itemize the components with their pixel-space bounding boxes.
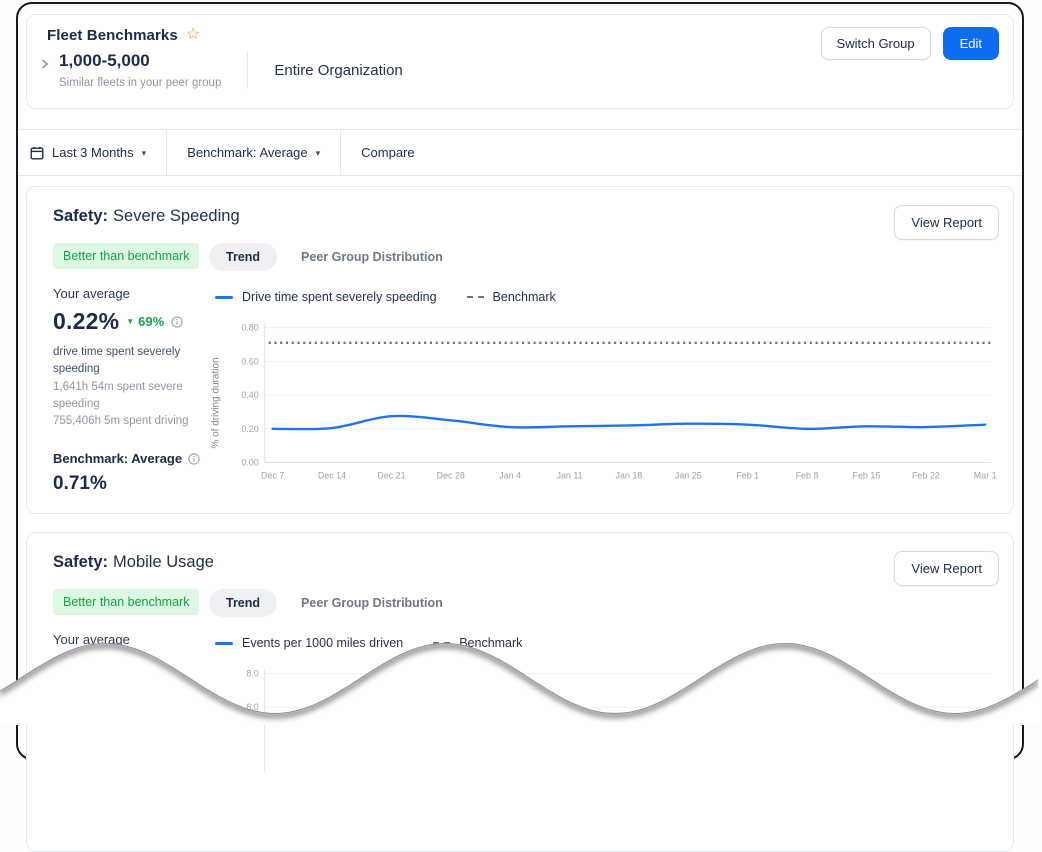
tab-trend[interactable]: Trend [209,589,277,617]
svg-text:Feb 15: Feb 15 [852,470,880,480]
your-average-label: Your average [53,632,209,647]
chevron-right-icon[interactable] [39,58,51,70]
y-axis-title: % of driving duration [209,317,223,489]
detail-line: 1,641h 54m spent severe speeding [53,379,213,414]
y-axis-title [209,663,223,773]
card-category: Safety: [53,553,108,571]
benchmark-dropdown-label: Benchmark: Average [187,145,307,160]
card-tabs: Trend Peer Group Distribution [209,243,999,271]
legend-benchmark: Benchmark [467,290,556,304]
dash-swatch-icon [433,642,450,644]
status-badge: Better than benchmark [53,243,199,269]
your-average-label: Your average [53,286,209,301]
change-value: 69% [138,314,164,329]
svg-text:0.40: 0.40 [241,390,258,400]
svg-text:6.0: 6.0 [246,702,258,712]
legend-label: Benchmark [493,290,556,304]
svg-text:Feb 22: Feb 22 [912,470,940,480]
calendar-icon [30,146,44,160]
mobile-usage-trend-chart: 8.0 6.0 [223,663,999,773]
metric-description: drive time spent severely speeding [53,344,203,379]
detail-line: 755,406h 5m spent driving [53,413,213,430]
svg-text:Dec 14: Dec 14 [318,470,346,480]
mobile-usage-card: Safety: Mobile Usage View Report Better t… [26,532,1014,852]
svg-text:8.0: 8.0 [246,669,258,679]
svg-text:Dec 21: Dec 21 [377,470,405,480]
peer-group-caption: Similar fleets in your peer group [59,77,221,89]
page-title: Fleet Benchmarks [47,27,178,44]
legend-label: Events per 1000 miles driven [242,636,403,650]
compare-label: Compare [361,145,414,160]
severe-speeding-card: Safety: Severe Speeding View Report Bette… [26,186,1014,514]
svg-text:Dec 28: Dec 28 [437,470,465,480]
svg-text:Dec 7: Dec 7 [261,470,284,480]
svg-text:Feb 1: Feb 1 [736,470,759,480]
your-average-value: 0.22% [53,308,119,335]
change-indicator: ▼ 69% [126,314,164,329]
date-range-label: Last 3 Months [52,145,134,160]
view-report-button[interactable]: View Report [894,551,999,586]
svg-text:Mar 1: Mar 1 [974,470,997,480]
switch-group-button[interactable]: Switch Group [821,27,931,60]
svg-text:0.80: 0.80 [241,323,258,333]
date-range-dropdown[interactable]: Last 3 Months ▾ [18,130,166,175]
svg-text:Jan 25: Jan 25 [675,470,702,480]
severe-speeding-trend-chart: 0.00 0.20 0.40 0.60 0.80 Dec 7 Dec 14 Dec 21 Dec… [223,317,999,489]
svg-text:Feb 8: Feb 8 [796,470,819,480]
svg-text:0.20: 0.20 [241,424,258,434]
view-report-button[interactable]: View Report [894,205,999,240]
app-frame: Fleet Benchmarks ☆ 1,000-5,000 Similar f… [16,2,1024,760]
svg-text:Jan 4: Jan 4 [499,470,521,480]
svg-text:Jan 11: Jan 11 [556,470,582,480]
dash-swatch-icon [467,296,484,298]
card-title: Safety: Severe Speeding [39,207,999,226]
card-title: Safety: Mobile Usage [39,553,999,572]
benchmark-dropdown[interactable]: Benchmark: Average ▾ [167,130,340,175]
info-icon[interactable] [171,316,183,328]
triangle-down-icon: ▼ [126,318,134,326]
compare-button[interactable]: Compare [341,130,434,175]
tab-peer-group-distribution[interactable]: Peer Group Distribution [301,250,443,264]
tab-peer-group-distribution[interactable]: Peer Group Distribution [301,596,443,610]
divider [247,51,248,89]
tab-trend[interactable]: Trend [209,243,277,271]
benchmark-label: Benchmark: Average [53,451,182,466]
filter-bar: Last 3 Months ▾ Benchmark: Average ▾ Com… [18,129,1022,176]
chevron-down-icon: ▾ [142,148,147,159]
fleet-benchmarks-header: Fleet Benchmarks ☆ 1,000-5,000 Similar f… [26,14,1014,109]
svg-text:0.60: 0.60 [241,356,258,366]
chevron-down-icon: ▾ [316,148,321,159]
info-icon[interactable] [188,453,200,465]
card-tabs: Trend Peer Group Distribution [209,589,999,617]
status-badge: Better than benchmark [53,589,199,615]
svg-text:Jan 18: Jan 18 [615,470,642,480]
card-metric-name: Mobile Usage [113,553,214,571]
peer-group-block: 1,000-5,000 Similar fleets in your peer … [59,51,221,89]
scope-label: Entire Organization [274,62,402,79]
line-swatch-icon [215,642,233,645]
favorite-star-icon[interactable]: ☆ [186,27,200,43]
benchmark-label-row: Benchmark: Average [53,451,209,466]
line-swatch-icon [215,296,233,299]
chart-legend: Events per 1000 miles driven Benchmark [215,636,999,650]
legend-series: Drive time spent severely speeding [215,290,437,304]
card-metric-name: Severe Speeding [113,207,240,225]
legend-label: Benchmark [459,636,522,650]
legend-label: Drive time spent severely speeding [242,290,437,304]
benchmark-value: 0.71% [53,473,209,495]
peer-group-size: 1,000-5,000 [59,51,221,71]
chart-legend: Drive time spent severely speeding Bench… [215,290,999,304]
card-category: Safety: [53,207,108,225]
edit-button[interactable]: Edit [943,27,999,60]
legend-benchmark: Benchmark [433,636,522,650]
legend-series: Events per 1000 miles driven [215,636,403,650]
svg-text:0.00: 0.00 [241,458,258,468]
